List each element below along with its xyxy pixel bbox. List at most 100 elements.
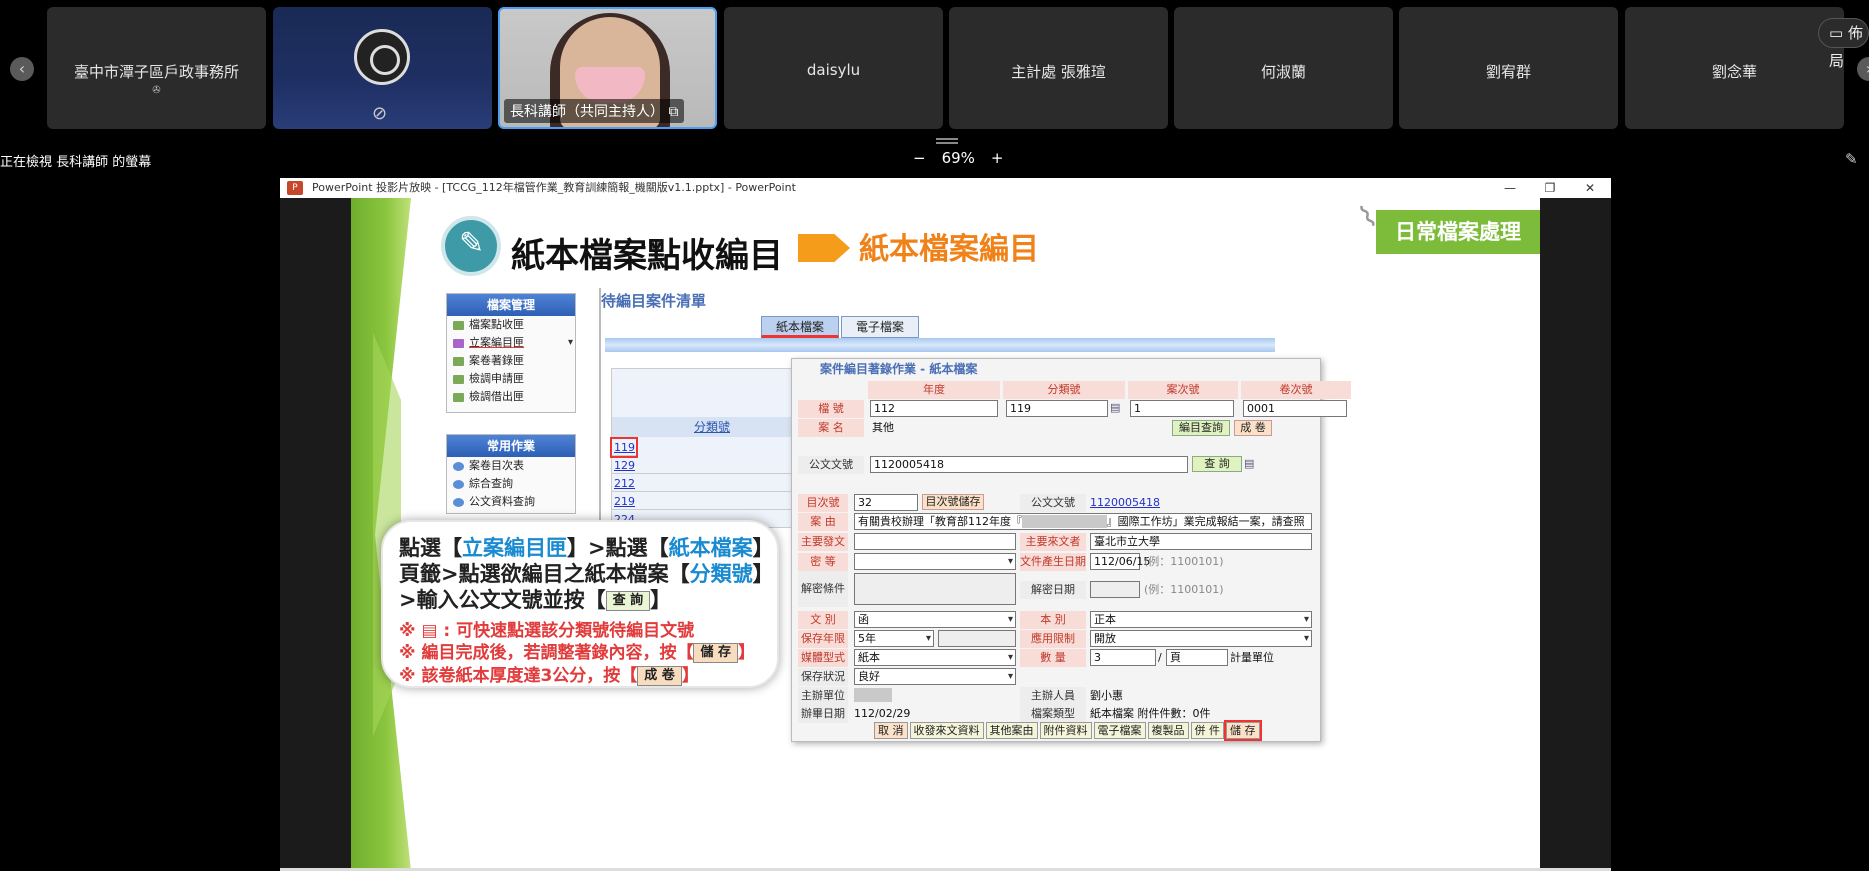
participant-name: 臺中市潭子區戶政事務所 [73,63,239,81]
list-header[interactable]: 分類號 [612,417,812,437]
copy-button[interactable]: 複製品 [1147,722,1189,739]
qty-input[interactable]: 3 [1090,649,1156,666]
make-volume-button[interactable]: 成 卷 [1234,420,1272,436]
list-picker-icon[interactable]: ▤ [1110,399,1120,417]
annotate-icon[interactable]: ✎ [1845,150,1858,168]
case-input[interactable]: 1 [1130,400,1234,417]
label-sender: 主要發文者 [798,533,848,566]
sender-input[interactable] [854,533,1016,550]
minimize-button[interactable]: — [1490,178,1530,198]
tab-electronic[interactable]: 電子檔案 [841,316,919,338]
save-itemno-button[interactable]: 目次號儲存 [922,494,984,510]
menu-item[interactable]: 公文資料查詢 [447,493,575,511]
text: 分類號 [689,562,753,586]
restore-button[interactable]: ❐ [1530,178,1570,198]
secret-select[interactable] [854,553,1016,570]
label-dept: 主辦單位 [798,687,848,705]
attachment-button[interactable]: 附件資料 [1039,722,1092,739]
label-qty: 數 量 [1020,649,1086,667]
copytype-select[interactable]: 正本 [1090,611,1312,628]
window-title: PowerPoint 投影片放映 - [TCCG_112年檔管作業_教育訓練簡報… [312,181,796,194]
text: 頁籤>點選欲編目之紙本檔案【 [399,562,690,586]
media-select[interactable]: 紙本 [854,649,1016,666]
participant-tile-7[interactable]: 劉念華 [1625,7,1844,129]
label-filenum: 檔 號 [798,400,864,418]
blue-band [605,338,1275,352]
list-item[interactable]: 219 [612,493,812,510]
qty-unit-input[interactable]: 頁 [1166,649,1228,666]
restrict-select[interactable]: 開放 [1090,630,1312,647]
layout-button[interactable]: ▭ 佈局 [1818,18,1869,70]
recipient-input[interactable]: 臺北市立大學 [1090,533,1312,550]
itemno-input[interactable]: 32 [854,494,918,511]
participant-strip: ‹ 臺中市潭子區戶政事務所 ✇ ⊘ 長科講師（共同主持人） ⧉ daisylu … [0,0,1869,138]
make-volume-button-sample: 成 卷 [637,666,682,686]
close-button[interactable]: ✕ [1570,178,1610,198]
layout-icon: ▭ [1829,24,1844,42]
menu-item[interactable]: 案卷著錄匣 [447,352,575,370]
section-tag: 日常檔案處理 [1376,210,1540,254]
participant-tile-obs[interactable]: ⊘ [273,7,492,129]
docnum-link[interactable]: 1120005418 [1090,494,1160,512]
list-item[interactable]: 212 [612,475,812,492]
declassdate-input[interactable] [1090,581,1140,598]
powerpoint-window: P PowerPoint 投影片放映 - [TCCG_112年檔管作業_教育訓練… [280,178,1611,871]
drag-handle[interactable] [936,138,958,144]
doctype-select[interactable]: 函 [854,611,1016,628]
cancel-button[interactable]: 取 消 [874,722,908,739]
powerpoint-icon: P [287,181,303,195]
chevron-left-icon[interactable]: ‹ [10,57,34,81]
docdate-input[interactable]: 112/06/15 [1090,553,1150,570]
list-item[interactable]: 129 [612,457,812,474]
pending-list: 分類號 119 129 212 219 224 [610,368,812,528]
zoom-in-button[interactable]: + [991,149,1004,167]
class-input[interactable]: 119 [1006,400,1108,417]
list-item[interactable]: 119 [610,437,638,458]
incoming-doc-button[interactable]: 收發來文資料 [909,722,984,739]
obs-logo [354,29,410,85]
participant-tile-5[interactable]: 何淑蘭 [1174,7,1393,129]
keep-select[interactable]: 5年 [854,630,934,647]
menu-item[interactable]: 綜合查詢 [447,475,575,493]
reason-text: 有關貴校辦理「教育部112年度『 [858,515,1022,528]
participant-tile-4[interactable]: 主計處 張雅瑄 [949,7,1168,129]
reason-text: 』國際工作坊」業完成報結一案，請查照 [1106,515,1305,528]
tab-paper[interactable]: 紙本檔案 [761,316,839,338]
col-head: 案次號 [1128,381,1238,399]
casename-value: 其他 [872,421,894,434]
menu-item[interactable]: 案卷目次表 [447,457,575,475]
slide-subtitle: 紙本檔案編目 [859,232,1039,267]
docnum-input[interactable]: 1120005418 [870,456,1188,473]
participant-tile-0[interactable]: 臺中市潭子區戶政事務所 ✇ [47,7,266,129]
electronic-file-button[interactable]: 電子檔案 [1093,722,1146,739]
redacted-text [854,688,892,702]
status-select[interactable]: 良好 [854,668,1016,685]
participant-name: 劉念華 [1711,63,1757,81]
save-button-sample: 儲 存 [693,643,738,663]
zoom-out-button[interactable]: − [913,149,926,167]
participant-tile-host[interactable]: 長科講師（共同主持人） ⧉ [498,7,717,129]
label-docdate: 文件產生日期 [1020,553,1086,571]
filetype-value: 紙本檔案 附件件數：0件 [1090,707,1211,720]
label-filetype: 檔案類型 [1020,705,1086,723]
participant-tile-6[interactable]: 劉宥群 [1399,7,1618,129]
query-catalog-button[interactable]: 編目查詢 [1172,420,1230,436]
query-button[interactable]: 查 詢 [1192,456,1242,472]
camera-off-icon: ⊘ [372,103,388,124]
list-picker-icon[interactable]: ▤ [1244,455,1254,473]
menu-item-selected[interactable]: 立案編目匣 [447,334,575,352]
other-reason-button[interactable]: 其他案由 [985,722,1038,739]
merge-button[interactable]: 併 件 [1190,722,1224,739]
zoom-control: −69% + [905,149,1012,167]
year-input[interactable]: 112 [870,400,998,417]
volume-input[interactable]: 0001 [1243,400,1347,417]
slide: 紙本檔案點收編目 紙本檔案編目 ⌇ 日常檔案處理 檔案管理 檔案點收匣 立案編目… [351,198,1540,871]
reason-input[interactable]: 有關貴校辦理「教育部112年度『██████████』國際工作坊」業完成報結一案… [854,513,1312,530]
menu-item[interactable]: 檔案點收匣 [447,316,575,334]
menu-item[interactable]: 檢調借出匣 [447,388,575,406]
declass-input[interactable] [854,573,1016,605]
participant-tile-3[interactable]: daisylu [724,7,943,129]
participant-name: 何淑蘭 [1260,63,1306,81]
menu-item[interactable]: 檢調申請匣 [447,370,575,388]
save-button[interactable]: 儲 存 [1224,720,1262,741]
